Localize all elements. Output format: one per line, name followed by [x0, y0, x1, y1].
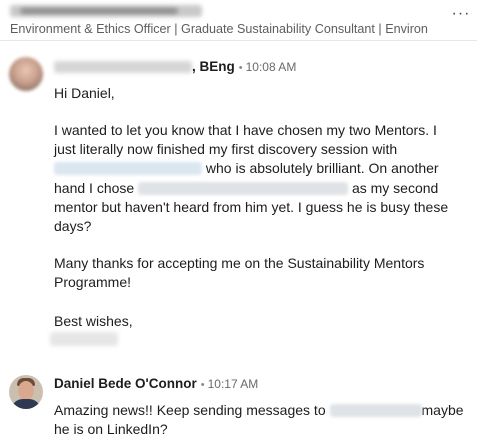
message-line: days?: [54, 218, 92, 235]
message-line: Programme!: [54, 274, 132, 291]
message-thread: Environment & Ethics Officer | Graduate …: [0, 0, 477, 447]
message-text: Amazing news!! Keep sending messages to: [54, 402, 326, 418]
message-paragraph: I wanted to let you know that I have cho…: [54, 121, 469, 236]
message-text: who is absolutely brilliant. On another: [205, 160, 439, 177]
message-line: I wanted to let you know that I have cho…: [54, 122, 437, 138]
separator-dot: •: [200, 379, 205, 391]
avatar[interactable]: [9, 375, 43, 409]
message-line: Amazing news!! Keep sending messages to …: [54, 401, 469, 420]
redacted-contact-name[interactable]: [10, 5, 202, 17]
message-signoff: Best wishes,: [54, 313, 133, 329]
message-paragraph: Many thanks for accepting me on the Sust…: [54, 254, 469, 292]
message-line: mentor but haven't heard from him yet. I…: [54, 198, 449, 215]
message-line: Many thanks for accepting me on the Sust…: [54, 255, 425, 271]
message-line: he is on LinkedIn?: [54, 421, 168, 438]
redacted-signature: [50, 332, 118, 346]
avatar[interactable]: [9, 57, 43, 91]
message-line: hand I chose as my second: [54, 179, 469, 198]
sender-credential[interactable]: , BEng: [192, 59, 235, 74]
separator-dot: •: [238, 62, 243, 74]
redacted-mention: [329, 404, 422, 417]
message-line: who is absolutely brilliant. On another: [54, 159, 469, 178]
sender-line: Daniel Bede O'Connor • 10:17 AM: [54, 376, 258, 394]
sender-name[interactable]: Daniel Bede O'Connor: [54, 376, 197, 391]
sender-line: , BEng • 10:08 AM: [192, 59, 296, 74]
contact-headline: Environment & Ethics Officer | Graduate …: [10, 22, 428, 36]
message-text: maybe: [421, 402, 464, 418]
redacted-sender-name[interactable]: [54, 61, 192, 73]
redacted-mention: [54, 162, 202, 176]
message-text: hand I chose: [54, 179, 135, 196]
avatar-face: [18, 381, 34, 400]
avatar-shirt: [11, 399, 41, 409]
message-text: as my second: [351, 179, 439, 196]
redacted-mention: [138, 181, 349, 195]
more-options-button[interactable]: ···: [449, 5, 473, 25]
message-paragraph: Amazing news!! Keep sending messages to …: [54, 401, 469, 439]
message-timestamp: 10:08 AM: [245, 60, 297, 74]
message-timestamp: 10:17 AM: [207, 377, 259, 391]
message-greeting: Hi Daniel,: [54, 85, 115, 101]
message-line: just literally now finished my first dis…: [54, 141, 398, 158]
conversation-header: Environment & Ethics Officer | Graduate …: [0, 0, 477, 41]
